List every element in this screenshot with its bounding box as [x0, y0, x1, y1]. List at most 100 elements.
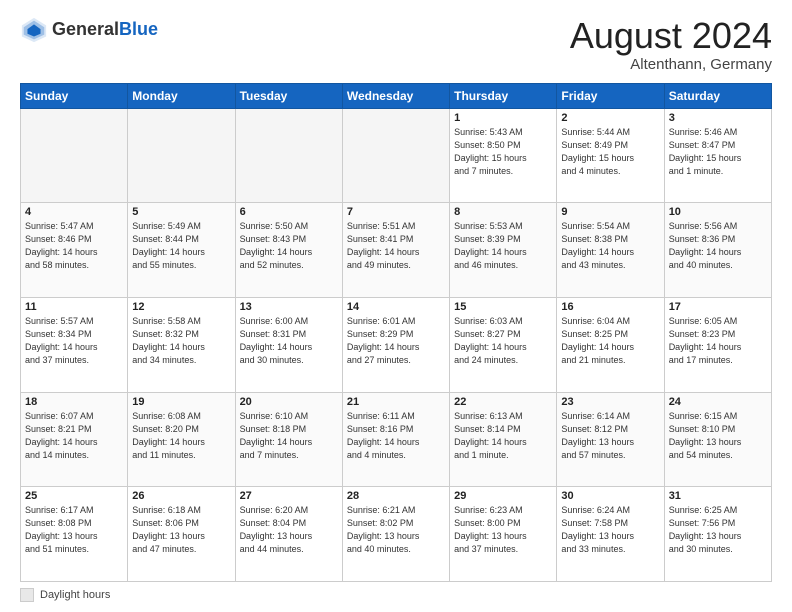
day-info: Sunrise: 5:49 AM Sunset: 8:44 PM Dayligh… — [132, 220, 230, 272]
day-info: Sunrise: 5:51 AM Sunset: 8:41 PM Dayligh… — [347, 220, 445, 272]
day-info: Sunrise: 5:47 AM Sunset: 8:46 PM Dayligh… — [25, 220, 123, 272]
calendar-body: 1 Sunrise: 5:43 AM Sunset: 8:50 PM Daylig… — [21, 108, 772, 581]
day-number: 7 — [347, 206, 445, 218]
calendar-week-4: 18 Sunrise: 6:07 AM Sunset: 8:21 PM Dayli… — [21, 392, 772, 487]
day-number: 14 — [347, 301, 445, 313]
calendar-table: SundayMondayTuesdayWednesdayThursdayFrid… — [20, 83, 772, 582]
calendar-cell: 8Sunrise: 5:53 AM Sunset: 8:39 PM Daylig… — [450, 203, 557, 298]
day-number: 19 — [132, 396, 230, 408]
day-number: 18 — [25, 396, 123, 408]
day-number: 11 — [25, 301, 123, 313]
logo-icon — [20, 16, 48, 44]
weekday-header-thursday: Thursday — [450, 83, 557, 108]
calendar-week-2: 4 Sunrise: 5:47 AM Sunset: 8:46 PM Daylig… — [21, 203, 772, 298]
calendar-cell: 9 Sunrise: 5:54 AM Sunset: 8:38 PM Daylig… — [557, 203, 664, 298]
day-info: Sunrise: 5:54 AM Sunset: 8:38 PM Dayligh… — [561, 220, 659, 272]
day-info: Sunrise: 6:04 AM Sunset: 8:25 PM Dayligh… — [561, 315, 659, 367]
day-number: 29 — [454, 490, 552, 502]
calendar-week-1: 1 Sunrise: 5:43 AM Sunset: 8:50 PM Daylig… — [21, 108, 772, 203]
header: GeneralBlue August 2024 Altenthann, Germ… — [20, 16, 772, 73]
day-number: 13 — [240, 301, 338, 313]
calendar-cell: 28Sunrise: 6:21 AM Sunset: 8:02 PM Dayli… — [342, 487, 449, 582]
day-number: 25 — [25, 490, 123, 502]
weekday-header-tuesday: Tuesday — [235, 83, 342, 108]
footer: Daylight hours — [20, 588, 772, 602]
day-info: Sunrise: 6:14 AM Sunset: 8:12 PM Dayligh… — [561, 410, 659, 462]
day-info: Sunrise: 5:44 AM Sunset: 8:49 PM Dayligh… — [561, 126, 659, 178]
calendar-cell: 27Sunrise: 6:20 AM Sunset: 8:04 PM Dayli… — [235, 487, 342, 582]
day-number: 6 — [240, 206, 338, 218]
day-info: Sunrise: 6:11 AM Sunset: 8:16 PM Dayligh… — [347, 410, 445, 462]
day-info: Sunrise: 5:50 AM Sunset: 8:43 PM Dayligh… — [240, 220, 338, 272]
calendar-header: SundayMondayTuesdayWednesdayThursdayFrid… — [21, 83, 772, 108]
weekday-header-sunday: Sunday — [21, 83, 128, 108]
day-info: Sunrise: 6:24 AM Sunset: 7:58 PM Dayligh… — [561, 504, 659, 556]
day-info: Sunrise: 5:53 AM Sunset: 8:39 PM Dayligh… — [454, 220, 552, 272]
logo-general: General — [52, 20, 119, 40]
calendar-cell: 20Sunrise: 6:10 AM Sunset: 8:18 PM Dayli… — [235, 392, 342, 487]
calendar-cell: 18 Sunrise: 6:07 AM Sunset: 8:21 PM Dayli… — [21, 392, 128, 487]
day-info: Sunrise: 6:07 AM Sunset: 8:21 PM Dayligh… — [25, 410, 123, 462]
day-number: 9 — [561, 206, 659, 218]
calendar-cell: 7 Sunrise: 5:51 AM Sunset: 8:41 PM Daylig… — [342, 203, 449, 298]
day-info: Sunrise: 5:58 AM Sunset: 8:32 PM Dayligh… — [132, 315, 230, 367]
calendar-cell: 6 Sunrise: 5:50 AM Sunset: 8:43 PM Daylig… — [235, 203, 342, 298]
calendar-cell: 5 Sunrise: 5:49 AM Sunset: 8:44 PM Daylig… — [128, 203, 235, 298]
day-number: 1 — [454, 112, 552, 124]
calendar-cell: 30 Sunrise: 6:24 AM Sunset: 7:58 PM Dayli… — [557, 487, 664, 582]
month-title: August 2024 — [570, 16, 772, 56]
calendar-cell: 25 Sunrise: 6:17 AM Sunset: 8:08 PM Dayli… — [21, 487, 128, 582]
calendar-cell — [128, 108, 235, 203]
calendar-cell: 1 Sunrise: 5:43 AM Sunset: 8:50 PM Daylig… — [450, 108, 557, 203]
calendar-cell: 31Sunrise: 6:25 AM Sunset: 7:56 PM Dayli… — [664, 487, 771, 582]
day-number: 10 — [669, 206, 767, 218]
calendar-week-5: 25 Sunrise: 6:17 AM Sunset: 8:08 PM Dayli… — [21, 487, 772, 582]
daylight-legend-label: Daylight hours — [40, 589, 110, 601]
calendar-cell — [235, 108, 342, 203]
calendar-cell: 11 Sunrise: 5:57 AM Sunset: 8:34 PM Dayli… — [21, 297, 128, 392]
day-info: Sunrise: 6:23 AM Sunset: 8:00 PM Dayligh… — [454, 504, 552, 556]
calendar-cell — [342, 108, 449, 203]
calendar-week-3: 11 Sunrise: 5:57 AM Sunset: 8:34 PM Dayli… — [21, 297, 772, 392]
calendar-cell: 23Sunrise: 6:14 AM Sunset: 8:12 PM Dayli… — [557, 392, 664, 487]
calendar-cell: 19Sunrise: 6:08 AM Sunset: 8:20 PM Dayli… — [128, 392, 235, 487]
location: Altenthann, Germany — [570, 56, 772, 73]
day-info: Sunrise: 5:56 AM Sunset: 8:36 PM Dayligh… — [669, 220, 767, 272]
calendar-cell: 10 Sunrise: 5:56 AM Sunset: 8:36 PM Dayli… — [664, 203, 771, 298]
day-number: 24 — [669, 396, 767, 408]
day-info: Sunrise: 6:21 AM Sunset: 8:02 PM Dayligh… — [347, 504, 445, 556]
day-info: Sunrise: 5:57 AM Sunset: 8:34 PM Dayligh… — [25, 315, 123, 367]
day-number: 16 — [561, 301, 659, 313]
calendar-cell: 12Sunrise: 5:58 AM Sunset: 8:32 PM Dayli… — [128, 297, 235, 392]
day-number: 30 — [561, 490, 659, 502]
day-number: 20 — [240, 396, 338, 408]
calendar-cell: 22 Sunrise: 6:13 AM Sunset: 8:14 PM Dayli… — [450, 392, 557, 487]
weekday-header-friday: Friday — [557, 83, 664, 108]
calendar-cell: 21Sunrise: 6:11 AM Sunset: 8:16 PM Dayli… — [342, 392, 449, 487]
day-info: Sunrise: 5:46 AM Sunset: 8:47 PM Dayligh… — [669, 126, 767, 178]
day-number: 4 — [25, 206, 123, 218]
calendar-cell: 16 Sunrise: 6:04 AM Sunset: 8:25 PM Dayli… — [557, 297, 664, 392]
title-block: August 2024 Altenthann, Germany — [570, 16, 772, 73]
day-info: Sunrise: 5:43 AM Sunset: 8:50 PM Dayligh… — [454, 126, 552, 178]
day-info: Sunrise: 6:25 AM Sunset: 7:56 PM Dayligh… — [669, 504, 767, 556]
calendar-cell: 14Sunrise: 6:01 AM Sunset: 8:29 PM Dayli… — [342, 297, 449, 392]
daylight-legend-box — [20, 588, 34, 602]
day-info: Sunrise: 6:13 AM Sunset: 8:14 PM Dayligh… — [454, 410, 552, 462]
weekday-header-monday: Monday — [128, 83, 235, 108]
day-number: 5 — [132, 206, 230, 218]
day-number: 2 — [561, 112, 659, 124]
weekday-header-saturday: Saturday — [664, 83, 771, 108]
day-info: Sunrise: 6:18 AM Sunset: 8:06 PM Dayligh… — [132, 504, 230, 556]
day-number: 17 — [669, 301, 767, 313]
day-info: Sunrise: 6:17 AM Sunset: 8:08 PM Dayligh… — [25, 504, 123, 556]
day-info: Sunrise: 6:05 AM Sunset: 8:23 PM Dayligh… — [669, 315, 767, 367]
logo: GeneralBlue — [20, 16, 158, 44]
day-number: 22 — [454, 396, 552, 408]
day-number: 27 — [240, 490, 338, 502]
calendar-cell: 4 Sunrise: 5:47 AM Sunset: 8:46 PM Daylig… — [21, 203, 128, 298]
calendar-cell — [21, 108, 128, 203]
calendar-cell: 2 Sunrise: 5:44 AM Sunset: 8:49 PM Daylig… — [557, 108, 664, 203]
weekday-header-wednesday: Wednesday — [342, 83, 449, 108]
day-info: Sunrise: 6:00 AM Sunset: 8:31 PM Dayligh… — [240, 315, 338, 367]
